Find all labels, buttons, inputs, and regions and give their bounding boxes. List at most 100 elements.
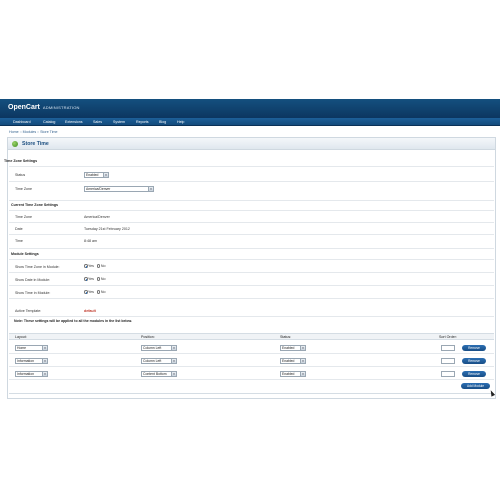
menu-dashboard[interactable]: Dashboard	[13, 119, 31, 125]
layout-select[interactable]: Information ▾	[15, 371, 48, 377]
radio-no-label: No	[100, 264, 106, 268]
breadcrumb[interactable]: Home :: Modules :: Store Time	[9, 130, 58, 134]
chevron-down-icon: ▾	[171, 359, 176, 363]
row-status-select[interactable]: Enabled ▾	[280, 345, 306, 351]
menu-help[interactable]: Help	[177, 119, 184, 125]
menu-sales[interactable]: Sales	[93, 119, 102, 125]
active-template-value: default	[84, 309, 96, 313]
divider	[9, 272, 494, 273]
chevron-down-icon: ▾	[42, 346, 47, 350]
current-tz-value: America/Denver	[84, 215, 110, 219]
layout-select-value: Information	[17, 372, 34, 376]
chevron-down-icon: ▾	[171, 346, 176, 350]
time-label: Time	[15, 239, 23, 243]
divider	[9, 166, 494, 167]
radio-yes-label: Yes	[88, 277, 94, 281]
divider	[9, 181, 494, 182]
menu-extensions[interactable]: Extensions	[65, 119, 83, 125]
position-select-value: Column Left	[143, 359, 162, 363]
timezone-select-value: America/Denver	[86, 187, 111, 191]
show-date-no-radio[interactable]	[96, 277, 101, 281]
row-status-select-value: Enabled	[282, 359, 295, 363]
section-time-zone-settings: Time Zone Settings	[4, 159, 38, 163]
remove-button[interactable]: Remove	[462, 345, 486, 351]
logo-text: OpenCart	[8, 104, 40, 111]
show-timezone-yes-radio[interactable]	[84, 264, 88, 268]
panel-header: Store Time	[8, 138, 495, 150]
logo-subtitle: ADMINISTRATION	[42, 105, 80, 110]
show-date-label: Show Date in Module:	[15, 278, 51, 282]
menu-blog[interactable]: Blog	[159, 119, 166, 125]
table-row	[9, 367, 494, 380]
divider	[9, 316, 494, 317]
sort-order-input[interactable]	[441, 358, 455, 364]
menu-system[interactable]: System	[113, 119, 125, 125]
show-time-label: Show Time in Module:	[15, 291, 51, 295]
timezone-label: Time Zone	[15, 187, 33, 191]
chevron-down-icon: ▾	[103, 173, 108, 177]
show-time-radio-group: Yes No	[84, 290, 105, 294]
add-module-button[interactable]: Add Module	[461, 383, 490, 389]
layout-select-value: Home	[17, 346, 27, 350]
show-timezone-radio-group: Yes No	[84, 264, 105, 268]
divider	[9, 248, 494, 249]
chevron-down-icon: ▾	[171, 372, 176, 376]
row-status-select[interactable]: Enabled ▾	[280, 371, 306, 377]
divider	[9, 285, 494, 286]
divider	[9, 234, 494, 235]
date-label: Date	[15, 227, 23, 231]
menu-catalog[interactable]: Catalog	[43, 119, 55, 125]
divider	[9, 210, 494, 211]
radio-no-label: No	[100, 277, 106, 281]
radio-yes-label: Yes	[88, 290, 94, 294]
position-column-header: Position:	[141, 335, 155, 339]
table-row	[9, 341, 494, 354]
divider	[9, 298, 494, 299]
section-module-settings: Module Settings	[11, 252, 39, 256]
chevron-down-icon: ▾	[42, 359, 47, 363]
panel-title: Store Time	[22, 140, 49, 147]
row-status-select-value: Enabled	[282, 346, 295, 350]
show-timezone-label: Show Time Zone in Module:	[15, 265, 60, 269]
module-table-header: Layout: Position: Status: Sort Order:	[9, 333, 494, 340]
section-current-time-zone-settings: Current Time Zone Settings	[11, 203, 59, 207]
status-label: Status	[15, 173, 26, 177]
position-select-value: Content Bottom	[143, 372, 167, 376]
date-value: Tuesday 21st February 2012	[84, 227, 130, 231]
sort-order-column-header: Sort Order:	[439, 335, 457, 339]
current-tz-label: Time Zone	[15, 215, 33, 219]
show-timezone-no-radio[interactable]	[96, 264, 101, 268]
table-footer-row	[9, 380, 494, 394]
layout-select[interactable]: Information ▾	[15, 358, 48, 364]
position-select[interactable]: Column Left ▾	[141, 358, 177, 364]
layout-column-header: Layout:	[15, 335, 27, 339]
sort-order-input[interactable]	[441, 345, 455, 351]
chevron-down-icon: ▾	[300, 346, 305, 350]
sort-order-input[interactable]	[441, 371, 455, 377]
row-status-select[interactable]: Enabled ▾	[280, 358, 306, 364]
status-column-header: Status:	[280, 335, 292, 339]
table-row	[9, 354, 494, 367]
position-select[interactable]: Column Left ▾	[141, 345, 177, 351]
status-select[interactable]: Enabled ▾	[84, 172, 109, 178]
show-time-no-radio[interactable]	[96, 290, 101, 294]
layout-select-value: Information	[17, 359, 34, 363]
show-date-yes-radio[interactable]	[84, 277, 88, 281]
time-value: 8:48 am	[84, 239, 97, 243]
radio-yes-label: Yes	[88, 264, 94, 268]
show-time-yes-radio[interactable]	[84, 290, 88, 294]
main-menu: Dashboard Catalog Extensions Sales Syste…	[0, 118, 500, 126]
layout-select[interactable]: Home ▾	[15, 345, 48, 351]
position-select-value: Column Left	[143, 346, 162, 350]
chevron-down-icon: ▾	[300, 359, 305, 363]
chevron-down-icon: ▾	[300, 372, 305, 376]
remove-button[interactable]: Remove	[462, 358, 486, 364]
timezone-select[interactable]: America/Denver ▾	[84, 186, 154, 192]
module-icon	[12, 141, 18, 147]
divider	[9, 259, 494, 260]
menu-reports[interactable]: Reports	[136, 119, 149, 125]
position-select[interactable]: Content Bottom ▾	[141, 371, 177, 377]
remove-button[interactable]: Remove	[462, 371, 486, 377]
divider	[9, 222, 494, 223]
opencart-logo[interactable]: OpenCart ADMINISTRATION	[8, 104, 80, 111]
